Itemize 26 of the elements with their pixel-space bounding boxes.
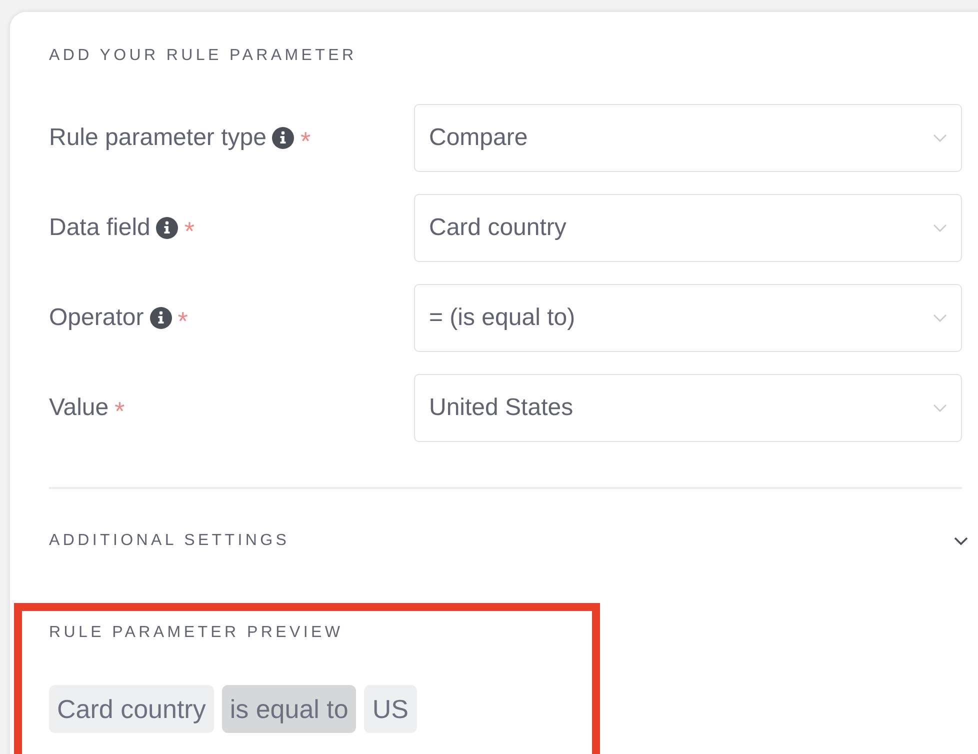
info-icon[interactable]	[156, 217, 178, 239]
chevron-down-icon	[933, 134, 947, 142]
preview-token: Card country	[49, 685, 214, 733]
chevron-down-icon	[933, 404, 947, 412]
field-label: Rule parameter type	[49, 124, 266, 152]
required-asterisk: *	[184, 219, 195, 243]
chevron-down-icon[interactable]	[954, 537, 968, 545]
required-asterisk: *	[300, 129, 311, 153]
required-asterisk: *	[114, 399, 125, 423]
select-field[interactable]: Compare	[414, 104, 962, 172]
section-heading: RULE PARAMETER PREVIEW	[49, 623, 344, 643]
field-label: Operator	[49, 304, 144, 332]
select-field[interactable]: Card country	[414, 194, 962, 262]
info-icon[interactable]	[150, 307, 172, 329]
select-field[interactable]: United States	[414, 374, 962, 442]
preview-token: is equal to	[222, 685, 356, 733]
chevron-down-icon	[933, 224, 947, 232]
section-heading: ADD YOUR RULE PARAMETER	[49, 46, 358, 66]
section-heading: ADDITIONAL SETTINGS	[49, 531, 290, 551]
required-asterisk: *	[178, 309, 188, 333]
select-field[interactable]: = (is equal to)	[414, 284, 962, 352]
chevron-down-icon	[933, 314, 947, 322]
field-label: Data field	[49, 214, 150, 242]
field-label: Value	[49, 394, 109, 422]
preview-token: US	[364, 685, 416, 733]
info-icon[interactable]	[272, 127, 294, 149]
